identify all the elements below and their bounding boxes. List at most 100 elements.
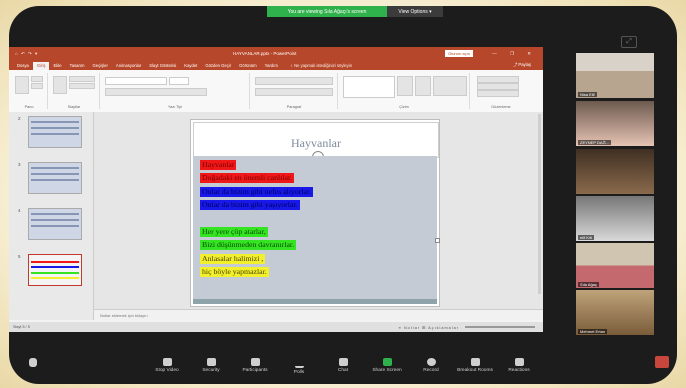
ribbon-tabs: Dosya Giriş Ekle Tasarım Geçişler Animas…: [9, 60, 543, 70]
slide-text-line: hiç böyle yapmazlar.: [200, 267, 269, 277]
ribbon-group-drawing: Çizim: [339, 73, 470, 109]
shapes-gallery[interactable]: [343, 76, 395, 98]
video-icon: [162, 358, 172, 366]
resize-handle-icon[interactable]: [435, 238, 440, 243]
copy-icon[interactable]: [31, 83, 43, 89]
stop-video-button[interactable]: Stop Video: [145, 354, 189, 384]
breakout-rooms-button[interactable]: Breakout Rooms: [453, 354, 497, 384]
quick-access-toolbar[interactable]: ⌂ ↶ ↷ ▾: [15, 51, 38, 57]
reactions-icon: [514, 358, 524, 366]
participant-name: Nisa Elif: [578, 92, 597, 97]
polls-icon: [294, 358, 304, 368]
chat-icon: [338, 358, 348, 366]
toolbar-label: Security: [202, 368, 220, 373]
share-banner: You are viewing Sıla Ağaçı's screen View…: [267, 6, 443, 17]
font-size-select[interactable]: [169, 77, 189, 85]
quick-styles-icon[interactable]: [415, 76, 431, 96]
new-slide-icon[interactable]: [53, 76, 67, 94]
ribbon-group-label: Yazı Tipi: [167, 105, 183, 109]
font-format-buttons[interactable]: [105, 88, 207, 96]
ribbon-group-font: Yazı Tipi: [101, 73, 250, 109]
ribbon-group-label: Slaytlar: [67, 105, 81, 109]
slide-text-line: Her yere çöp atarlar,: [200, 227, 268, 237]
select-button[interactable]: [477, 90, 519, 97]
sign-in-button[interactable]: Oturum açın: [444, 50, 473, 57]
polls-button[interactable]: Polls: [277, 354, 321, 384]
tab-help[interactable]: Yardım: [261, 62, 282, 70]
content-placeholder[interactable]: Hayvanlar Doğadaki en önemli canlılar. O…: [193, 156, 437, 299]
tab-record[interactable]: Kaydet: [180, 62, 201, 70]
slide-thumbnail-pane: 2 3 4 5: [9, 112, 94, 320]
end-meeting-button[interactable]: [655, 356, 669, 368]
tab-view[interactable]: Görünüm: [235, 62, 260, 70]
layout-button[interactable]: [69, 76, 95, 82]
align-buttons[interactable]: [255, 88, 333, 96]
paste-icon[interactable]: [15, 76, 29, 94]
slide-title: Hayvanlar: [291, 136, 341, 150]
share-button[interactable]: ⤴ Paylaş: [509, 61, 535, 70]
tab-insert[interactable]: Ekle: [49, 62, 65, 70]
chat-button[interactable]: Chat: [321, 354, 365, 384]
mute-icon[interactable]: [29, 358, 37, 367]
share-screen-button[interactable]: Share Screen: [365, 354, 409, 384]
vertical-scrollbar[interactable]: [538, 114, 541, 294]
toolbar-label: Stop Video: [155, 368, 179, 373]
ribbon: Pano Slaytlar Yazı Tipi Paragraf Çizim D…: [9, 70, 543, 113]
slide-text-line: Onlar da bizim gibi yaşıyorlar.: [200, 200, 300, 210]
replace-button[interactable]: [477, 83, 519, 90]
slide-thumbnail[interactable]: [28, 116, 82, 148]
tab-home[interactable]: Giriş: [32, 62, 50, 70]
slide-thumbnail-selected[interactable]: [28, 254, 82, 286]
document-title: HAYVANLAR.pptx - PowerPoint: [233, 51, 297, 56]
reactions-button[interactable]: Reactions: [497, 354, 541, 384]
shape-format-buttons[interactable]: [433, 76, 467, 96]
participant-tile[interactable]: Nisa Elif: [576, 53, 654, 98]
toolbar-label: Participants: [242, 368, 268, 373]
ribbon-group-label: Düzenleme: [491, 105, 511, 109]
tab-review[interactable]: Gözden Geçir: [201, 62, 235, 70]
shield-icon: [206, 358, 216, 366]
tab-transitions[interactable]: Geçişler: [89, 62, 112, 70]
breakout-rooms-icon: [470, 358, 480, 366]
tab-slideshow[interactable]: Slayt Gösterisi: [145, 62, 180, 70]
zoom-slider[interactable]: [465, 326, 535, 328]
status-buttons[interactable]: ≡ Notlar ⊞ Açıklamalar: [399, 325, 459, 330]
tab-design[interactable]: Tasarım: [66, 62, 89, 70]
notes-pane[interactable]: Notlar eklemek için tıklayın: [94, 309, 543, 320]
slide-thumbnail[interactable]: [28, 208, 82, 240]
view-options-button[interactable]: View Options ▾: [387, 6, 443, 17]
slide-text-line: Bizi düşünmeden davranırlar.: [200, 240, 297, 250]
tab-file[interactable]: Dosya: [13, 62, 33, 70]
tab-animations[interactable]: Animasyonlar: [112, 62, 145, 70]
security-button[interactable]: Security: [189, 354, 233, 384]
participant-name: ZEYNEP DAĞ...: [578, 140, 612, 145]
participant-tile[interactable]: [576, 149, 654, 194]
toolbar-label: Share Screen: [372, 368, 402, 373]
slide-text-line: Doğadaki en önemli canlılar.: [200, 173, 295, 183]
arrange-icon[interactable]: [397, 76, 413, 96]
window-controls[interactable]: — ❐ ✕: [492, 51, 537, 57]
participants-button[interactable]: Participants: [233, 354, 277, 384]
title-placeholder[interactable]: Hayvanlar: [193, 122, 439, 163]
ppt-title-bar: ⌂ ↶ ↷ ▾ HAYVANLAR.pptx - PowerPoint Otur…: [9, 47, 543, 60]
ribbon-group-slides: Slaytlar: [49, 73, 100, 109]
ribbon-group-clipboard: Pano: [11, 73, 48, 109]
font-name-select[interactable]: [105, 77, 167, 85]
slide-thumbnail[interactable]: [28, 162, 82, 194]
toolbar-label: Polls: [293, 370, 305, 375]
participant-tile[interactable]: ZEYNEP DAĞ...: [576, 101, 654, 146]
participant-tile[interactable]: elif Kilt: [576, 196, 654, 241]
cut-icon[interactable]: [31, 76, 43, 82]
slide-counter: Slayt 5 / 5: [13, 325, 30, 329]
slide-text-line: Onlar da bizim gibi nefes alıyorlar.: [200, 187, 314, 197]
fullscreen-icon[interactable]: ⤢: [621, 36, 637, 48]
tell-me-search[interactable]: ♀ Ne yapmak istediğinizi söyleyin: [286, 62, 356, 70]
participant-tile[interactable]: Sıla Ağaç: [576, 243, 654, 288]
thumb-number: 5: [18, 254, 21, 259]
participant-tile[interactable]: Mehmet Ertan: [576, 290, 654, 335]
record-button[interactable]: Record: [409, 354, 453, 384]
current-slide[interactable]: Hayvanlar Hayvanlar Doğadaki en önemli c…: [190, 119, 440, 307]
reset-button[interactable]: [69, 83, 95, 89]
list-buttons[interactable]: [255, 77, 333, 85]
find-button[interactable]: [477, 76, 519, 83]
